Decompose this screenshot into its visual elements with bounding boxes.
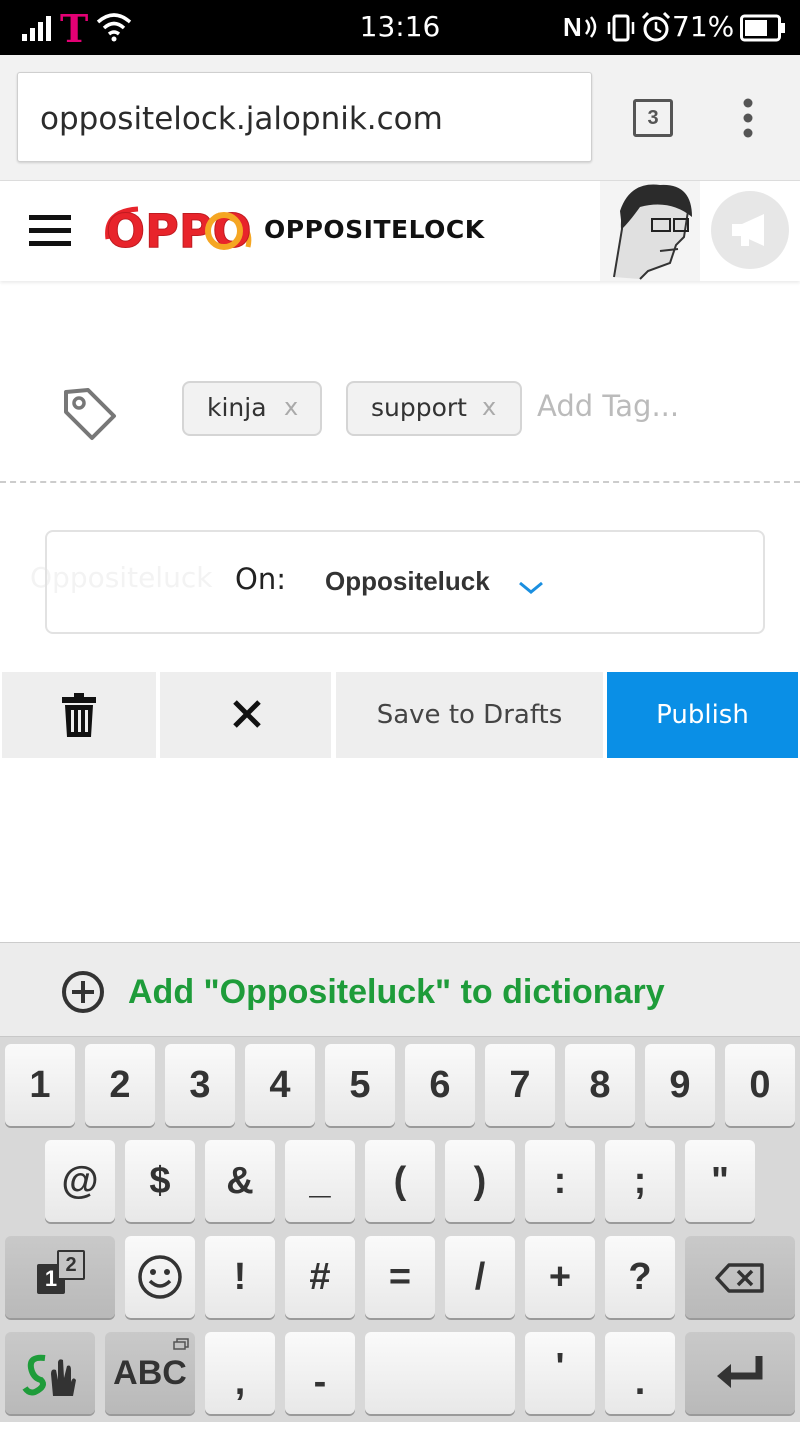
- key-9[interactable]: 9: [645, 1044, 715, 1126]
- keyboard: Add "Oppositeluck" to dictionary 1 2 3 4…: [0, 942, 800, 1422]
- swype-icon: [22, 1354, 76, 1396]
- remove-tag-button[interactable]: x: [284, 393, 298, 421]
- vibrate-icon: [607, 14, 635, 42]
- avatar[interactable]: [600, 181, 700, 281]
- key-1[interactable]: 1: [5, 1044, 75, 1126]
- add-circle-icon: [62, 971, 104, 1013]
- site-header: OPPO OPPOSITELOCK: [0, 181, 800, 281]
- tag-label: support: [371, 393, 467, 422]
- key-underscore[interactable]: _: [285, 1140, 355, 1222]
- key-plus[interactable]: +: [525, 1236, 595, 1318]
- add-to-dictionary-text: Add "Oppositeluck" to dictionary: [128, 973, 665, 1011]
- battery-icon: [740, 14, 785, 42]
- backspace-icon: [715, 1263, 764, 1293]
- site-brand-name: OPPOSITELOCK: [264, 215, 485, 244]
- key-0[interactable]: 0: [725, 1044, 795, 1126]
- space-key[interactable]: [365, 1332, 515, 1414]
- key-slash[interactable]: /: [445, 1236, 515, 1318]
- notifications-button[interactable]: [711, 191, 789, 269]
- backspace-key[interactable]: [685, 1236, 795, 1318]
- tag-icon: [64, 388, 116, 440]
- tag-chip-support: support x: [346, 381, 522, 436]
- oppo-logo[interactable]: OPPO: [98, 199, 258, 263]
- key-dash[interactable]: -: [285, 1332, 355, 1414]
- key-8[interactable]: 8: [565, 1044, 635, 1126]
- key-semicolon[interactable]: ;: [605, 1140, 675, 1222]
- battery-percent: 71%: [672, 10, 735, 43]
- key-6[interactable]: 6: [405, 1044, 475, 1126]
- avatar-sketch-icon: [613, 184, 692, 280]
- key-colon[interactable]: :: [525, 1140, 595, 1222]
- publish-on-label: On:: [235, 562, 286, 596]
- key-exclamation[interactable]: !: [205, 1236, 275, 1318]
- browser-toolbar: oppositelock.jalopnik.com 3: [0, 55, 800, 181]
- megaphone-icon: [732, 214, 764, 246]
- tag-chip-kinja: kinja x: [182, 381, 322, 436]
- url-field[interactable]: oppositelock.jalopnik.com: [17, 72, 592, 162]
- divider: [0, 481, 800, 483]
- emoji-key[interactable]: [125, 1236, 195, 1318]
- enter-icon: [717, 1356, 763, 1388]
- close-icon: [233, 700, 261, 728]
- abc-key-label: ABC: [113, 1354, 187, 1392]
- key-ampersand[interactable]: &: [205, 1140, 275, 1222]
- publish-button[interactable]: Publish: [607, 672, 798, 758]
- suggestion-bar[interactable]: Add "Oppositeluck" to dictionary: [0, 942, 800, 1037]
- swype-key[interactable]: [5, 1332, 95, 1414]
- url-text: oppositelock.jalopnik.com: [40, 101, 443, 137]
- key-question[interactable]: ?: [605, 1236, 675, 1318]
- window-icon: [173, 1338, 189, 1350]
- abc-key[interactable]: ABC: [105, 1332, 195, 1414]
- key-period[interactable]: .: [605, 1332, 675, 1414]
- discard-button[interactable]: [160, 672, 331, 758]
- save-to-drafts-button[interactable]: Save to Drafts: [336, 672, 603, 758]
- alarm-icon: [641, 11, 671, 42]
- key-quote[interactable]: ": [685, 1140, 755, 1222]
- tab-switcher-button[interactable]: 3: [633, 99, 673, 137]
- add-tag-input[interactable]: Add Tag...: [537, 389, 679, 423]
- layout-switch-key[interactable]: 1 2: [5, 1236, 115, 1318]
- key-3[interactable]: 3: [165, 1044, 235, 1126]
- smiley-icon: [138, 1255, 182, 1299]
- key-5[interactable]: 5: [325, 1044, 395, 1126]
- delete-button[interactable]: [2, 672, 156, 758]
- key-2[interactable]: 2: [85, 1044, 155, 1126]
- key-equals[interactable]: =: [365, 1236, 435, 1318]
- key-apostrophe[interactable]: ': [525, 1332, 595, 1414]
- key-comma[interactable]: ,: [205, 1332, 275, 1414]
- layout-key-sup: 2: [57, 1250, 85, 1280]
- publish-on-selector[interactable]: On: Oppositeluck: [45, 530, 765, 634]
- tag-label: kinja: [207, 393, 267, 422]
- nfc-icon: N: [563, 12, 582, 42]
- key-close-paren[interactable]: ): [445, 1140, 515, 1222]
- status-bar: T 13:16 N 71%: [0, 0, 800, 55]
- key-open-paren[interactable]: (: [365, 1140, 435, 1222]
- enter-key[interactable]: [685, 1332, 795, 1414]
- chevron-down-icon: [519, 581, 543, 594]
- logo-text: OPPO: [106, 204, 252, 258]
- trash-icon: [62, 693, 96, 737]
- hamburger-menu-icon[interactable]: [29, 215, 71, 254]
- nfc-waves-icon: [585, 16, 597, 38]
- key-hash[interactable]: #: [285, 1236, 355, 1318]
- selected-blog: Oppositeluck: [325, 566, 490, 596]
- overflow-menu-icon[interactable]: [740, 97, 756, 139]
- remove-tag-button[interactable]: x: [482, 393, 496, 421]
- key-dollar[interactable]: $: [125, 1140, 195, 1222]
- key-at[interactable]: @: [45, 1140, 115, 1222]
- key-4[interactable]: 4: [245, 1044, 315, 1126]
- key-7[interactable]: 7: [485, 1044, 555, 1126]
